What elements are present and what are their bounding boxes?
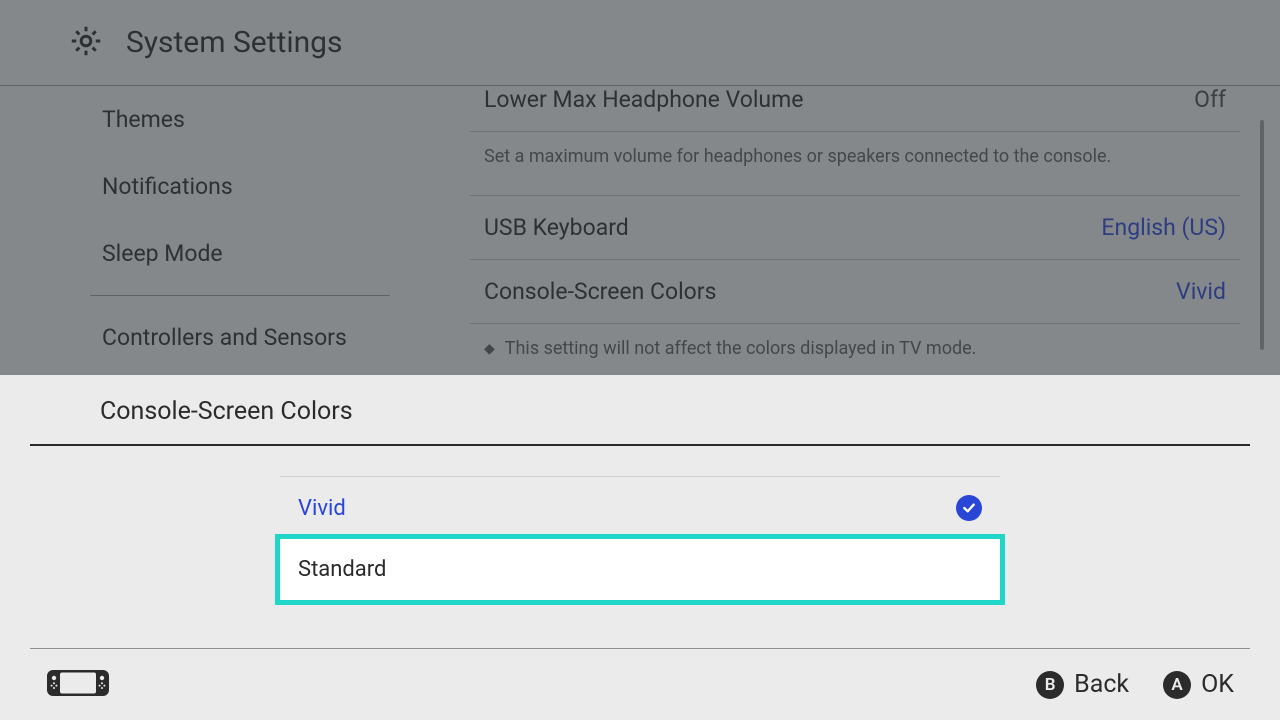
headphone-hint: Set a maximum volume for headphones or s… — [470, 132, 1240, 196]
diamond-icon: ◆ — [484, 341, 495, 357]
dialog-console-screen-colors: Console-Screen Colors Vivid Standard — [0, 375, 1280, 720]
sidebar-item-themes[interactable]: Themes — [30, 86, 420, 153]
ok-button[interactable]: A OK — [1163, 670, 1234, 699]
row-usb-keyboard[interactable]: USB Keyboard English (US) — [470, 196, 1240, 260]
option-standard[interactable]: Standard — [280, 539, 1000, 600]
sidebar-item-notifications[interactable]: Notifications — [30, 153, 420, 220]
b-button-icon: B — [1036, 671, 1064, 699]
sidebar-divider — [90, 295, 390, 296]
header: System Settings — [0, 0, 1280, 86]
row-label: USB Keyboard — [484, 214, 629, 241]
check-icon — [956, 495, 982, 521]
dialog-title: Console-Screen Colors — [30, 375, 1250, 446]
row-value: English (US) — [1101, 214, 1226, 241]
gear-icon — [68, 23, 104, 63]
row-value: Off — [1194, 86, 1226, 113]
option-vivid[interactable]: Vivid — [280, 476, 1000, 539]
back-button[interactable]: B Back — [1036, 670, 1129, 699]
row-label: Lower Max Headphone Volume — [484, 86, 803, 113]
sidebar-item-sleep-mode[interactable]: Sleep Mode — [30, 220, 420, 287]
row-headphone-volume[interactable]: Lower Max Headphone Volume Off — [470, 86, 1240, 132]
sidebar: Themes Notifications Sleep Mode Controll… — [30, 86, 420, 371]
sidebar-item-controllers[interactable]: Controllers and Sensors — [30, 304, 420, 371]
dialog-options: Vivid Standard — [280, 476, 1000, 600]
console-icon — [46, 669, 110, 701]
option-label: Standard — [298, 557, 386, 582]
row-value: Vivid — [1176, 278, 1226, 305]
scroll-indicator[interactable] — [1260, 120, 1264, 350]
option-label: Vivid — [298, 496, 346, 521]
page-title: System Settings — [126, 25, 343, 60]
settings-content: Lower Max Headphone Volume Off Set a max… — [470, 86, 1240, 373]
a-button-icon: A — [1163, 671, 1191, 699]
footer: B Back A OK — [30, 648, 1250, 720]
row-label: Console-Screen Colors — [484, 278, 716, 305]
colors-note: ◆ This setting will not affect the color… — [470, 324, 1240, 373]
row-console-screen-colors[interactable]: Console-Screen Colors Vivid — [470, 260, 1240, 324]
